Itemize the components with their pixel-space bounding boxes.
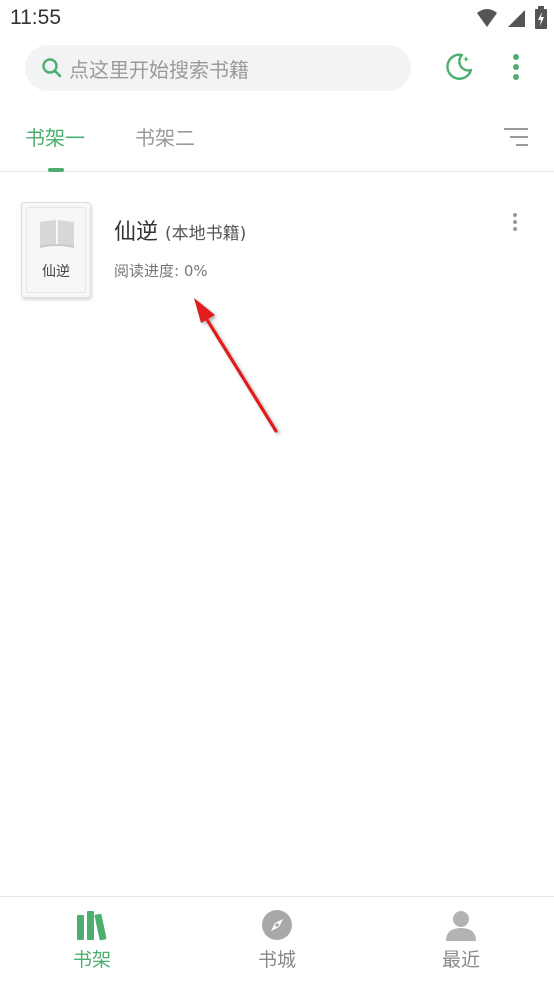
nav-item-recent[interactable]: 最近 — [401, 909, 521, 972]
wifi-icon — [477, 9, 497, 27]
tab-indicator — [48, 168, 64, 172]
tab-shelf-two[interactable]: 书架二 — [135, 122, 195, 151]
book-title: 仙逆 — [114, 220, 159, 245]
nav-label-recent: 最近 — [441, 949, 480, 971]
book-cover-title: 仙逆 — [42, 264, 70, 280]
tab-shelf-one[interactable]: 书架一 — [25, 122, 85, 151]
search-icon — [42, 58, 62, 78]
search-input[interactable]: 点这里开始搜索书籍 — [25, 45, 411, 91]
bookshelf-icon — [77, 911, 107, 941]
open-book-icon — [40, 220, 74, 248]
nav-label-bookstore: 书城 — [257, 949, 296, 971]
book-title-line: 仙逆 (本地书籍) — [114, 214, 246, 246]
compass-icon — [262, 910, 292, 940]
status-time: 11:55 — [10, 6, 61, 29]
nav-item-bookshelf[interactable]: 书架 — [32, 909, 152, 972]
person-icon — [446, 911, 476, 941]
more-vertical-icon — [513, 54, 519, 80]
signal-icon — [508, 10, 525, 27]
bottom-navigation: 书架 书城 最近 — [0, 896, 554, 984]
more-options-button[interactable] — [499, 50, 533, 84]
night-mode-button[interactable] — [442, 50, 476, 84]
book-more-icon[interactable] — [503, 210, 527, 234]
nav-item-bookstore[interactable]: 书城 — [217, 909, 337, 972]
book-source: (本地书籍) — [165, 224, 247, 244]
nav-label-bookshelf: 书架 — [72, 949, 111, 971]
book-cover[interactable]: 仙逆 — [21, 202, 91, 298]
book-list-item[interactable]: 仙逆 仙逆 (本地书籍) 阅读进度: 0% — [0, 196, 554, 306]
status-icons — [476, 6, 548, 30]
book-progress: 阅读进度: 0% — [114, 262, 208, 280]
battery-icon — [535, 6, 547, 29]
moon-icon — [446, 53, 473, 80]
sort-menu-icon[interactable] — [503, 126, 529, 148]
status-bar: 11:55 — [0, 0, 554, 38]
search-placeholder: 点这里开始搜索书籍 — [69, 57, 249, 82]
shelf-tabs: 书架一 书架二 — [0, 104, 554, 172]
